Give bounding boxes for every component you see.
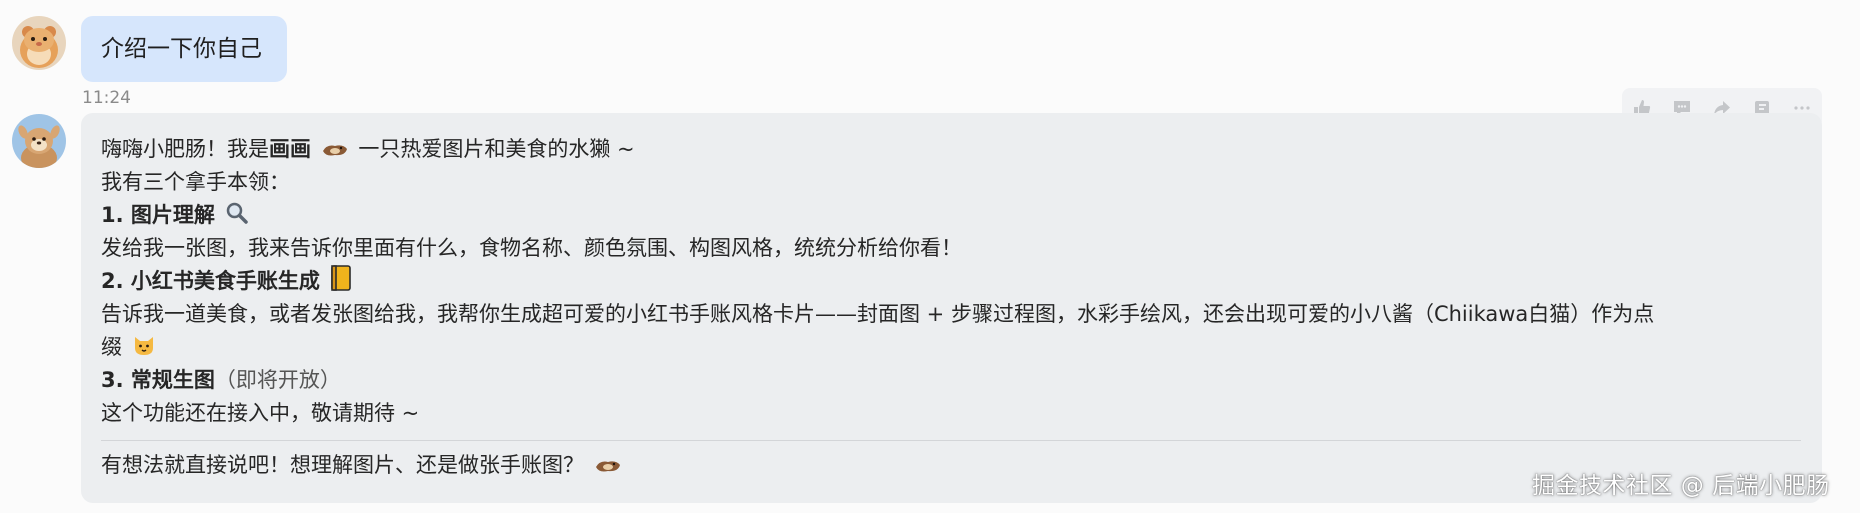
cat-face-emoji-icon: [134, 337, 153, 355]
skill-1-title-line: 1. 图片理解: [101, 199, 1800, 232]
bot-name: 画画: [269, 137, 311, 161]
hamster-avatar-image: [12, 16, 66, 70]
skill-3-title-line: 3. 常规生图（即将开放）: [101, 364, 1800, 397]
user-message-bubble: 介绍一下你自己: [81, 16, 287, 82]
skill-2-title: 2. 小红书美食手账生成: [101, 269, 320, 293]
intro-prefix: 嗨嗨小肥肠！我是: [101, 137, 269, 161]
chat-view: 介绍一下你自己 11:24 嗨嗨小肥肠！我是画画 一只热爱图片和美食的水獭 ~ …: [0, 0, 1860, 513]
notebook-emoji-icon: [330, 265, 351, 291]
user-avatar[interactable]: [12, 16, 66, 70]
message-divider: [101, 440, 1801, 441]
skill-3-note: （即将开放）: [214, 368, 341, 392]
closing-text: 有想法就直接说吧！想理解图片、还是做张手账图？: [101, 453, 584, 477]
skill-2-desc-cont-line: 缀: [101, 331, 1800, 364]
intro-line: 嗨嗨小肥肠！我是画画 一只热爱图片和美食的水獭 ~: [101, 133, 1800, 166]
user-message-text: 介绍一下你自己: [101, 36, 262, 62]
skill-1-desc: 发给我一张图，我来告诉你里面有什么，食物名称、颜色氛围、构图风格，统统分析给你看…: [101, 236, 962, 260]
watermark: 掘金技术社区 @ 后端小肥肠: [1532, 473, 1830, 499]
bot-message-bubble: 嗨嗨小肥肠！我是画画 一只热爱图片和美食的水獭 ~ 我有三个拿手本领： 1. 图…: [81, 113, 1822, 503]
skill-2-desc: 告诉我一道美食，或者发张图给我，我帮你生成超可爱的小红书手账风格卡片——封面图 …: [101, 302, 1655, 326]
magnifier-emoji-icon: [226, 202, 248, 224]
skill-1-title: 1. 图片理解: [101, 203, 215, 227]
skill-3-desc: 这个功能还在接入中，敬请期待 ~: [101, 401, 420, 425]
skill-2-desc-cont: 缀: [101, 335, 122, 359]
skills-heading: 我有三个拿手本领：: [101, 170, 290, 194]
otter-emoji-icon: [595, 461, 620, 472]
otter-emoji-icon: [322, 145, 347, 156]
message-timestamp: 11:24: [82, 88, 131, 108]
skill-3-title: 3. 常规生图: [101, 368, 215, 392]
skill-2-title-line: 2. 小红书美食手账生成: [101, 265, 1800, 298]
bot-avatar[interactable]: [12, 114, 66, 168]
otter-avatar-image: [12, 114, 66, 168]
intro-suffix: 一只热爱图片和美食的水獭 ~: [358, 137, 635, 161]
